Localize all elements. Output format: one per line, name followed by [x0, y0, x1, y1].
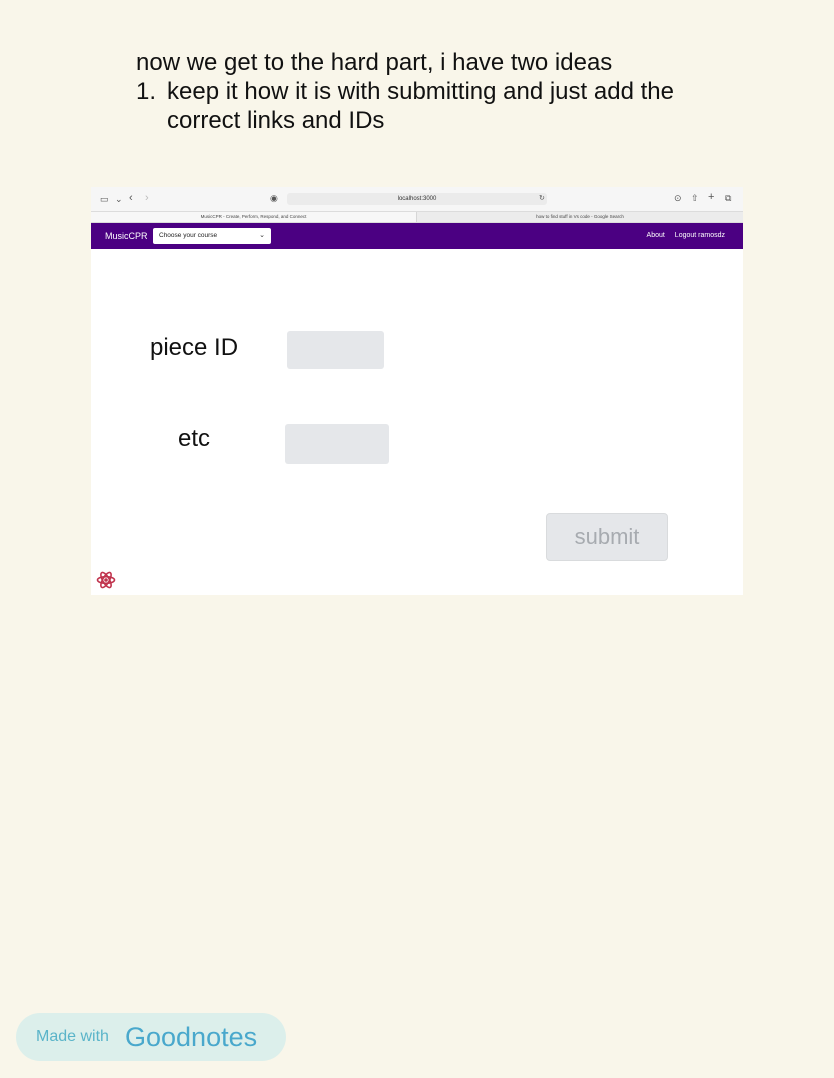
note-intro: now we get to the hard part, i have two … — [136, 49, 613, 76]
etc-input[interactable] — [285, 424, 389, 464]
chevron-down-icon: ⌄ — [259, 232, 265, 239]
course-select[interactable]: Choose your course ⌄ — [153, 228, 271, 244]
goodnotes-wordmark: Goodnotes — [125, 1022, 258, 1052]
embedded-browser-screenshot: ▭ ⌄ ‹ › ◉ localhost:3000 ↻ ⊙ ⇧ + ⧉ Music… — [91, 187, 743, 595]
note-list-item: 1. keep it how it is with submitting and… — [136, 77, 756, 135]
share-icon[interactable]: ⇧ — [691, 193, 699, 203]
nav-links: About Logout ramosdz — [639, 223, 725, 249]
goodnotes-badge: Made with Goodnotes — [16, 1013, 286, 1061]
piece-id-label: piece ID — [150, 334, 239, 361]
browser-tab-musiccpr[interactable]: MusicCPR - Create, Perform, Respond, and… — [91, 212, 416, 222]
note-item-line-1: keep it how it is with submitting and ju… — [167, 78, 674, 105]
reload-icon[interactable]: ↻ — [539, 194, 545, 204]
note-item-line-2: correct links and IDs — [167, 107, 385, 134]
forward-icon[interactable]: › — [145, 193, 149, 204]
course-select-label: Choose your course — [159, 232, 218, 239]
note-item-number: 1. — [136, 78, 157, 105]
tab-overview-icon[interactable]: ⧉ — [725, 193, 731, 203]
piece-id-input[interactable] — [287, 331, 384, 369]
chevron-down-icon[interactable]: ⌄ — [115, 194, 123, 204]
sidebar-toggle-icon[interactable]: ▭ — [100, 194, 109, 204]
privacy-report-icon[interactable]: ◉ — [270, 193, 278, 203]
new-tab-icon[interactable]: + — [708, 192, 714, 203]
app-navbar: MusicCPR Choose your course ⌄ About Logo… — [91, 223, 743, 249]
handwritten-note: now we get to the hard part, i have two … — [136, 48, 756, 135]
browser-tab-google-search[interactable]: how to find stuff in Vs code - Google Se… — [416, 212, 743, 222]
submit-button[interactable]: submit — [546, 513, 668, 561]
download-icon[interactable]: ⊙ — [674, 193, 682, 203]
react-logo-icon — [96, 571, 116, 589]
nav-link-logout[interactable]: Logout ramosdz — [675, 232, 725, 239]
address-bar[interactable]: localhost:3000 — [287, 193, 547, 205]
browser-toolbar: ▭ ⌄ ‹ › ◉ localhost:3000 ↻ ⊙ ⇧ + ⧉ — [91, 187, 743, 211]
made-with-text: Made with — [36, 1028, 109, 1045]
etc-label: etc — [178, 425, 211, 452]
app-brand[interactable]: MusicCPR — [105, 223, 148, 249]
back-icon[interactable]: ‹ — [129, 193, 133, 204]
browser-tab-bar: MusicCPR - Create, Perform, Respond, and… — [91, 211, 743, 223]
nav-link-about[interactable]: About — [647, 232, 665, 239]
